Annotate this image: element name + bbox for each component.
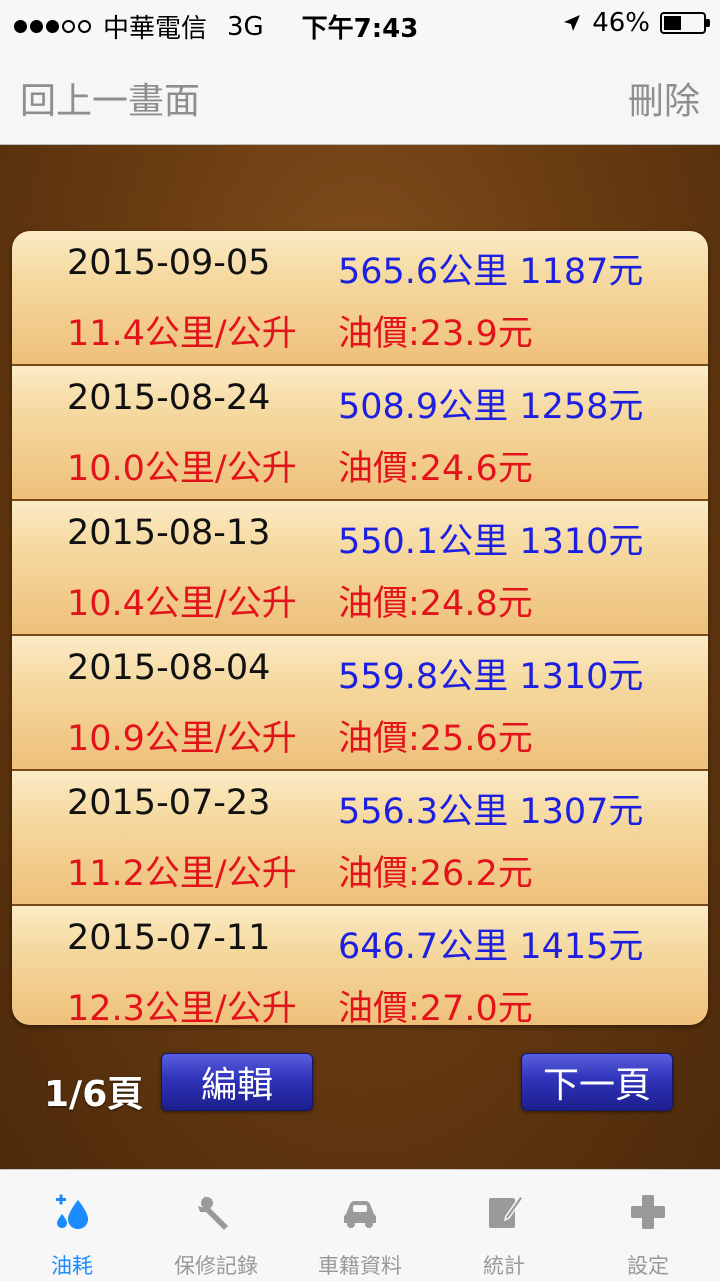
tab-maintenance[interactable]: 保修記錄: [144, 1170, 288, 1281]
tab-fuel-label: 油耗: [51, 1254, 93, 1278]
record-row[interactable]: 2015-08-04 559.8公里 1310元 10.9公里/公升 油價:25.6元: [12, 636, 708, 771]
next-page-button[interactable]: 下一頁: [521, 1053, 673, 1111]
record-fuel-price: 油價:27.0元: [338, 989, 533, 1025]
tab-bar: 油耗 保修記錄 車籍資料 統計 設定: [0, 1169, 720, 1281]
record-date: 2015-09-05: [67, 243, 271, 283]
record-fuel-efficiency: 12.3公里/公升: [67, 989, 297, 1025]
record-row[interactable]: 2015-08-13 550.1公里 1310元 10.4公里/公升 油價:24.8元: [12, 501, 708, 636]
record-row[interactable]: 2015-08-24 508.9公里 1258元 10.0公里/公升 油價:24.6元: [12, 366, 708, 501]
edit-button[interactable]: 編輯: [161, 1053, 313, 1111]
tab-settings[interactable]: 設定: [576, 1170, 720, 1281]
record-fuel-price: 油價:24.8元: [338, 584, 533, 624]
location-arrow-icon: [564, 15, 581, 31]
tab-vehicle[interactable]: 車籍資料: [288, 1170, 432, 1281]
record-row[interactable]: 2015-07-11 646.7公里 1415元 12.3公里/公升 油價:27.0元: [12, 906, 708, 1025]
battery-percent: 46%: [592, 8, 650, 38]
record-fuel-efficiency: 10.0公里/公升: [67, 449, 297, 489]
tab-statistics[interactable]: 統計: [432, 1170, 576, 1281]
battery-icon: [660, 12, 710, 34]
battery-fill: [664, 16, 682, 30]
record-distance-cost: 646.7公里 1415元: [338, 927, 644, 967]
tab-settings-label: 設定: [627, 1254, 669, 1278]
record-distance-cost: 508.9公里 1258元: [338, 387, 644, 427]
record-date: 2015-07-11: [67, 918, 271, 958]
record-fuel-price: 油價:26.2元: [338, 854, 533, 894]
record-fuel-efficiency: 11.2公里/公升: [67, 854, 297, 894]
delete-button[interactable]: 刪除: [628, 72, 700, 124]
records-list: 2015-09-05 565.6公里 1187元 11.4公里/公升 油價:23.9元…: [12, 231, 708, 1025]
status-bar: 中華電信 3G 下午7:43 46%: [0, 0, 720, 48]
record-distance-cost: 556.3公里 1307元: [338, 792, 644, 832]
tab-maintenance-label: 保修記錄: [174, 1254, 258, 1278]
record-date: 2015-07-23: [67, 783, 271, 823]
wrench-icon: [198, 1196, 228, 1230]
navigation-bar: 回上一畫面 刪除: [0, 48, 720, 145]
record-date: 2015-08-04: [67, 648, 271, 688]
back-button[interactable]: 回上一畫面: [20, 72, 200, 124]
record-date: 2015-08-13: [67, 513, 271, 553]
record-row[interactable]: 2015-07-23 556.3公里 1307元 11.2公里/公升 油價:26.2元: [12, 771, 708, 906]
page-indicator: 1/6頁: [44, 1074, 144, 1115]
plus-cross-icon: [631, 1195, 665, 1229]
record-fuel-price: 油價:25.6元: [338, 719, 533, 759]
record-distance-cost: 559.8公里 1310元: [338, 657, 644, 697]
tab-vehicle-label: 車籍資料: [318, 1254, 402, 1278]
tab-fuel[interactable]: 油耗: [0, 1170, 144, 1281]
clipboard-icon: [489, 1194, 524, 1228]
record-distance-cost: 550.1公里 1310元: [338, 522, 644, 562]
tab-statistics-label: 統計: [483, 1254, 525, 1278]
car-icon: [344, 1201, 376, 1228]
record-distance-cost: 565.6公里 1187元: [338, 252, 644, 292]
status-right: 46%: [562, 8, 710, 38]
record-fuel-efficiency: 10.9公里/公升: [67, 719, 297, 759]
record-fuel-price: 油價:24.6元: [338, 449, 533, 489]
record-date: 2015-08-24: [67, 378, 271, 418]
record-fuel-efficiency: 10.4公里/公升: [67, 584, 297, 624]
fuel-records-panel: 2015-09-05 565.6公里 1187元 11.4公里/公升 油價:23.9元…: [0, 145, 720, 1169]
record-fuel-efficiency: 11.4公里/公升: [67, 314, 297, 354]
fuel-drop-icon: [56, 1194, 88, 1229]
record-row[interactable]: 2015-09-05 565.6公里 1187元 11.4公里/公升 油價:23.9元: [12, 231, 708, 366]
record-fuel-price: 油價:23.9元: [338, 314, 533, 354]
